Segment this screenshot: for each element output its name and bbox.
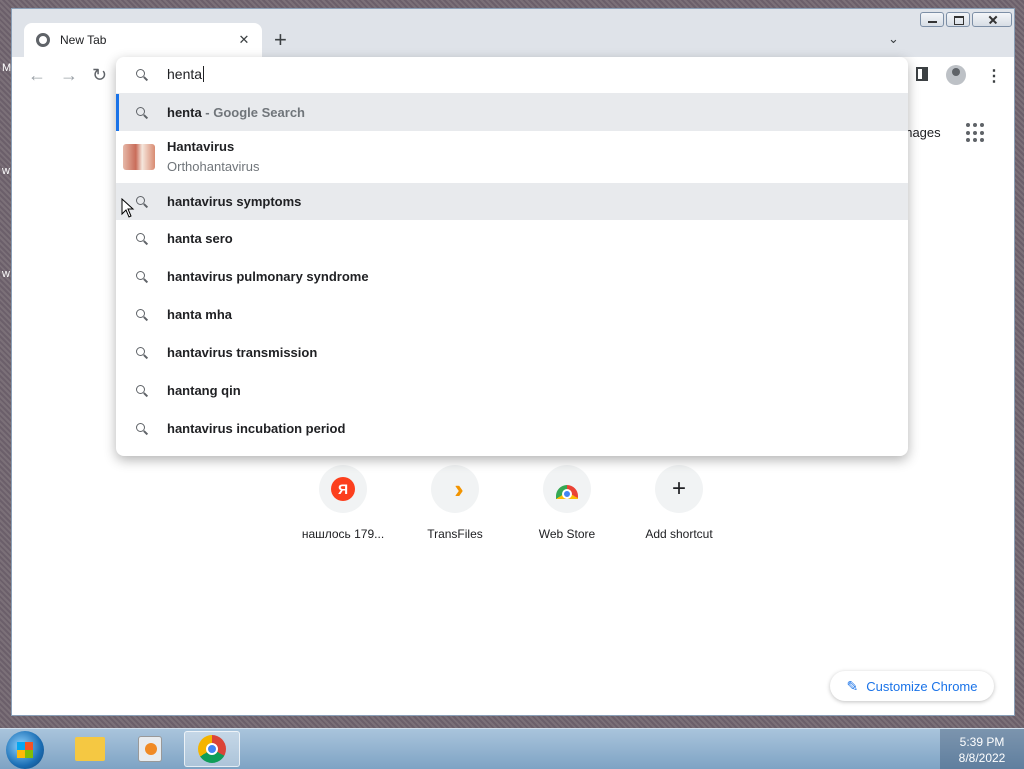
tab-title: New Tab [60,33,107,47]
text-caret [203,66,205,82]
suggestion-item[interactable]: hantavirus transmission [116,334,908,372]
shortcut-label: Add shortcut [645,527,713,541]
taskbar-chrome[interactable] [184,731,240,767]
shortcut-tile[interactable]: ›› TransFiles [399,465,511,541]
clock-date: 8/8/2022 [958,751,1006,765]
search-icon [136,271,147,282]
kebab-menu-icon[interactable]: ⋮ [986,66,1002,86]
system-clock[interactable]: 5:39 PM 8/8/2022 [940,729,1024,769]
shortcut-label: Web Store [538,527,596,541]
suggestion-text: hantavirus pulmonary syndrome [167,269,369,284]
search-icon [136,347,147,358]
close-icon[interactable]: ✕ [236,32,252,48]
start-button[interactable] [6,731,44,769]
search-icon [136,423,147,434]
clock-time: 5:39 PM [959,735,1005,749]
suggestion-item[interactable]: hanta mha [116,296,908,334]
suggestion-text: hantavirus symptoms [167,194,302,209]
shortcut-label: нашлось 179... [301,527,385,541]
pencil-icon: ✎ [846,677,859,694]
taskbar: 5:39 PM 8/8/2022 [0,728,1024,769]
suggestion-item[interactable]: hantang qin [116,372,908,410]
suggestion-item[interactable]: hantavirus pulmonary syndrome [116,258,908,296]
suggestion-item[interactable]: hanta sero [116,220,908,258]
suggestion-text: hanta sero [167,231,233,246]
new-tab-button[interactable]: + [274,29,287,51]
search-icon [136,107,147,118]
close-window-button[interactable] [972,12,1012,27]
forward-icon[interactable]: → [60,65,78,86]
suggestion-text: hantang qin [167,383,241,398]
folder-icon [75,737,105,761]
entity-title: Hantavirus [167,139,235,154]
shortcut-label: TransFiles [427,527,483,541]
yandex-icon: Я [331,477,355,501]
shortcuts-grid: Я нашлось 179... ›› TransFiles Web Store… [287,465,735,541]
suggestion-google-search[interactable]: henta - Google Search [116,94,908,131]
plus-icon: + [671,475,686,502]
search-icon [136,196,147,207]
taskbar-explorer[interactable] [62,731,118,767]
suggestion-entity[interactable]: Hantavirus Orthohantavirus [116,131,908,183]
add-shortcut-button[interactable]: + Add shortcut [623,465,735,541]
profile-icon[interactable] [946,65,966,85]
suggestion-suffix: - Google Search [205,105,305,120]
search-icon [136,233,147,244]
side-panel-icon[interactable] [916,67,928,81]
chevron-down-icon[interactable]: ⌄ [888,31,899,47]
customize-chrome-button[interactable]: ✎ Customize Chrome [830,671,994,701]
reload-icon[interactable]: ↻ [92,65,107,86]
customize-label: Customize Chrome [866,678,978,694]
transfiles-icon: ›› [454,473,466,504]
desktop-label: w [2,165,10,177]
shortcut-tile[interactable]: Я нашлось 179... [287,465,399,541]
apps-grid-icon[interactable] [966,123,986,143]
search-icon [136,385,147,396]
entity-thumbnail [123,144,155,170]
search-icon [136,309,147,320]
tab-new-tab[interactable]: New Tab ✕ [24,23,262,57]
media-player-icon [138,736,162,762]
omnibox-input[interactable]: henta [116,57,908,94]
omnibox-value: henta [167,66,203,82]
entity-subtitle: Orthohantavirus [167,159,260,174]
shortcut-tile[interactable]: Web Store [511,465,623,541]
search-icon [136,69,147,80]
desktop-label: M [2,62,12,74]
suggestion-text: hantavirus incubation period [167,421,346,436]
window-controls [918,12,1012,29]
omnibox-dropdown: henta henta - Google Search Hantavirus O… [116,57,908,456]
taskbar-media-player[interactable] [122,731,178,767]
suggestion-item[interactable]: hantavirus symptoms [116,183,908,220]
desktop-label: w [2,268,10,280]
chrome-icon [36,33,50,47]
minimize-button[interactable] [920,12,944,27]
maximize-button[interactable] [946,12,970,27]
selection-indicator [116,94,119,131]
mouse-cursor-icon [121,198,135,218]
chrome-icon [198,735,226,763]
back-icon[interactable]: ← [28,65,46,86]
suggestion-text: henta [167,105,202,120]
suggestion-text: hantavirus transmission [167,345,318,360]
suggestion-text: hanta mha [167,307,233,322]
suggestion-item[interactable]: hantavirus incubation period [116,410,908,448]
web-store-icon [556,485,578,499]
